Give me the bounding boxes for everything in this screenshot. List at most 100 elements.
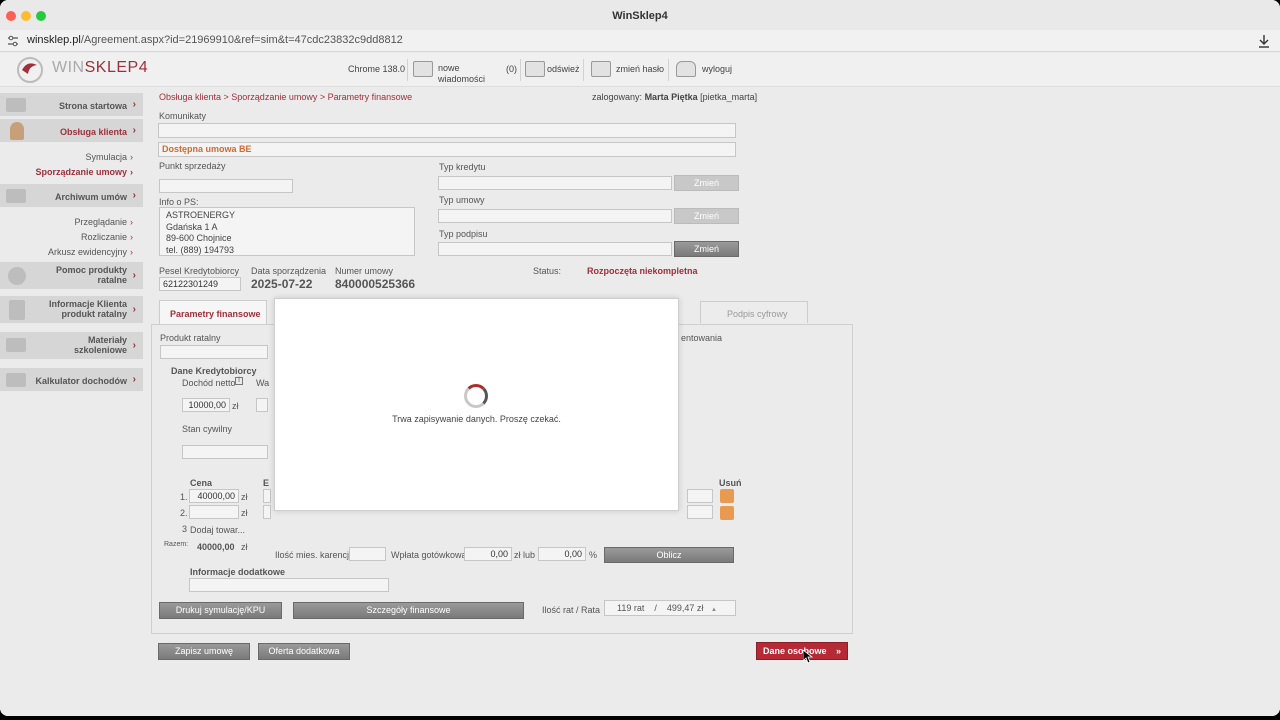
dochod-netto-input[interactable]: 10000,00 bbox=[182, 398, 230, 412]
produkt-ratalny-input[interactable] bbox=[160, 345, 268, 359]
numer-umowy-value: 840000525366 bbox=[335, 277, 416, 291]
drukuj-symulacje-button[interactable]: Drukuj symulację/KPU bbox=[159, 602, 282, 619]
loading-spinner-icon bbox=[464, 384, 488, 408]
logout-link[interactable]: wyloguj bbox=[702, 64, 732, 74]
zmien-typ-umowy-button[interactable]: Zmień bbox=[674, 208, 739, 224]
delete-row-2-icon[interactable] bbox=[720, 506, 734, 520]
lock-icon[interactable] bbox=[676, 61, 696, 77]
sidebar-item-obsluga-klienta[interactable]: Obsługa klienta › bbox=[0, 119, 143, 143]
komunikaty-box bbox=[158, 123, 736, 138]
book-icon bbox=[6, 338, 26, 352]
saving-message: Trwa zapisywanie danych. Proszę czekać. bbox=[392, 414, 561, 424]
header-divider bbox=[520, 59, 521, 81]
typ-podpisu-label: Typ podpisu bbox=[439, 229, 488, 239]
punkt-sprzedazy-input[interactable] bbox=[159, 179, 293, 193]
window-title: WinSklep4 bbox=[612, 10, 668, 22]
site-settings-icon[interactable] bbox=[7, 35, 19, 47]
razem-value: 40000,00 bbox=[197, 542, 235, 552]
logged-in-user: zalogowany: Marta Piętka [pietka_marta] bbox=[592, 92, 758, 102]
typ-kredytu-input[interactable] bbox=[438, 176, 672, 190]
stan-cywilny-label: Stan cywilny bbox=[182, 424, 233, 434]
header-divider bbox=[668, 59, 669, 81]
sidebar-sub-rozliczanie[interactable]: Rozliczanie › bbox=[81, 232, 133, 242]
oblicz-button[interactable]: Oblicz bbox=[604, 547, 734, 563]
delete-row-1-icon[interactable] bbox=[720, 489, 734, 503]
sidebar-sub-przegladanie[interactable]: Przeglądanie › bbox=[74, 217, 133, 227]
zmien-typ-podpisu-button[interactable]: Zmień bbox=[674, 241, 739, 257]
wa-label: Wa bbox=[256, 378, 270, 388]
download-icon[interactable] bbox=[1257, 34, 1271, 48]
price-input-2[interactable] bbox=[189, 505, 239, 519]
udokumentowania-label: entowania bbox=[681, 333, 723, 343]
item-input-2[interactable] bbox=[263, 505, 271, 519]
browser-window: WinSklep4 winsklep.pl/Agreement.aspx?id=… bbox=[0, 0, 1280, 716]
zl-unit: zł bbox=[241, 542, 248, 552]
chevron-up-icon: ▲ bbox=[710, 607, 717, 613]
zmien-typ-kredytu-button[interactable]: Zmień bbox=[674, 175, 739, 191]
stan-cywilny-select[interactable] bbox=[182, 445, 268, 459]
tab-podpis-cyfrowy[interactable]: Podpis cyfrowy bbox=[700, 301, 808, 323]
sidebar-item-pomoc-produkty-ratalne[interactable]: Pomoc produkty ratalne › bbox=[0, 262, 143, 290]
zl-unit: zł bbox=[241, 508, 248, 518]
sidebar-item-informacje-klienta[interactable]: Informacje Klienta produkt ratalny › bbox=[0, 296, 143, 324]
price-input-1[interactable]: 40000,00 bbox=[189, 489, 239, 503]
procent-label: % bbox=[589, 550, 598, 560]
informacje-dodatkowe-input[interactable] bbox=[189, 578, 389, 592]
typ-umowy-input[interactable] bbox=[438, 209, 672, 223]
messages-link[interactable]: nowe wiadomości bbox=[438, 63, 485, 85]
sidebar-item-kalkulator-dochodow[interactable]: Kalkulator dochodów › bbox=[0, 368, 143, 392]
szczegoly-finansowe-button[interactable]: Szczegóły finansowe bbox=[293, 602, 524, 619]
item-input-1[interactable] bbox=[263, 489, 271, 503]
dochod-netto-label: Dochód netto bbox=[182, 378, 236, 388]
data-sporzadzenia-label: Data sporządzenia bbox=[251, 266, 327, 276]
app-header: WINSKLEP4 Chrome 138.0 nowe wiadomości (0… bbox=[0, 53, 1280, 87]
url-path: /Agreement.aspx?id=21969910&ref=sim&t=47… bbox=[80, 34, 403, 46]
header-divider bbox=[583, 59, 584, 81]
browser-version: Chrome 138.0 bbox=[348, 64, 406, 74]
envelope-icon[interactable] bbox=[413, 61, 433, 77]
messages-count: (0) bbox=[506, 64, 517, 74]
cena-heading: Cena bbox=[190, 478, 213, 488]
header-divider bbox=[407, 59, 408, 81]
winsklep-logo-icon bbox=[17, 57, 43, 83]
row-number-3: 3 bbox=[182, 524, 188, 534]
refresh-link[interactable]: odśwież bbox=[547, 64, 580, 74]
e-heading: E bbox=[263, 478, 270, 488]
procent-input[interactable]: 0,00 bbox=[538, 547, 586, 561]
sidebar-sub-symulacja[interactable]: Symulacja › bbox=[85, 152, 133, 162]
wplata-input[interactable]: 0,00 bbox=[464, 547, 512, 561]
zapisz-umowe-button[interactable]: Zapisz umowę bbox=[158, 643, 250, 660]
info-icon[interactable]: i bbox=[235, 377, 243, 385]
url-text[interactable]: winsklep.pl/Agreement.aspx?id=21969910&r… bbox=[27, 34, 403, 46]
karencja-input[interactable] bbox=[349, 547, 386, 561]
sidebar-item-archiwum-umow[interactable]: Archiwum umów › bbox=[0, 184, 143, 208]
sidebar-item-materialy-szkoleniowe[interactable]: Materiały szkoleniowe › bbox=[0, 332, 143, 360]
oferta-dodatkowa-button[interactable]: Oferta dodatkowa bbox=[258, 643, 350, 660]
ilosc-rat-select[interactable]: 119 rat / 499,47 zł ▲ bbox=[604, 600, 736, 616]
mouse-cursor-icon bbox=[803, 650, 813, 664]
item-extra-input-1[interactable] bbox=[687, 489, 713, 503]
sidebar-sub-arkusz-ewidencyjny[interactable]: Arkusz ewidencyjny › bbox=[48, 247, 133, 257]
key-icon[interactable] bbox=[591, 61, 611, 77]
refresh-icon[interactable] bbox=[525, 61, 545, 77]
calculator-icon bbox=[6, 373, 26, 387]
wa-input[interactable] bbox=[256, 398, 268, 412]
zl-lub-label: zł lub bbox=[514, 550, 536, 560]
dane-osobowe-button[interactable]: Dane osobowe» bbox=[756, 642, 848, 660]
tab-parametry-finansowe[interactable]: Parametry finansowe bbox=[159, 300, 267, 325]
sidebar-item-strona-startowa[interactable]: Strona startowa › bbox=[0, 93, 143, 117]
address-bar[interactable]: winsklep.pl/Agreement.aspx?id=21969910&r… bbox=[0, 30, 1280, 52]
karencja-label: Ilość mies. karencji bbox=[275, 550, 352, 560]
breadcrumb[interactable]: Obsługa klienta > Sporządzanie umowy > P… bbox=[159, 92, 412, 102]
typ-podpisu-input[interactable] bbox=[438, 242, 672, 256]
url-host: winsklep.pl bbox=[27, 34, 81, 46]
zl-unit: zł bbox=[232, 401, 239, 411]
page-content: Strona startowa › Obsługa klienta › Symu… bbox=[0, 88, 1280, 716]
item-extra-input-2[interactable] bbox=[687, 505, 713, 519]
status-value: Rozpoczęta niekompletna bbox=[587, 266, 698, 276]
sidebar-sub-sporzadzanie-umowy[interactable]: Sporządzanie umowy › bbox=[35, 167, 133, 177]
pesel-input[interactable]: 62122301249 bbox=[159, 277, 241, 291]
dodaj-towar-link[interactable]: Dodaj towar... bbox=[190, 525, 245, 535]
change-password-link[interactable]: zmień hasło bbox=[616, 64, 664, 74]
status-label: Status: bbox=[533, 266, 562, 276]
